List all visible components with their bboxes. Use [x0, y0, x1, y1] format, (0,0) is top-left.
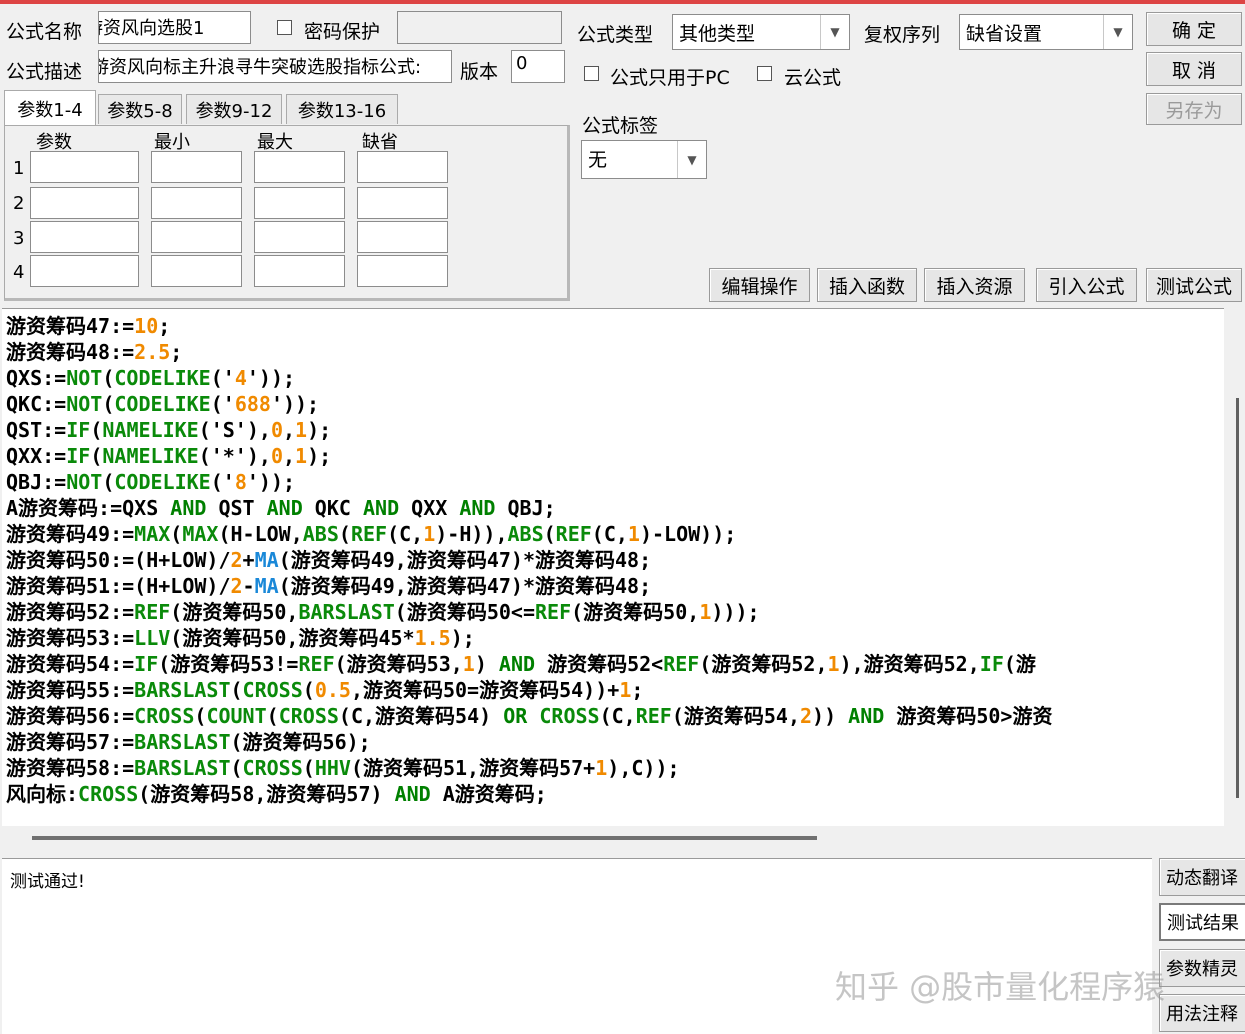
tab-params-9-12[interactable]: 参数9-12: [186, 94, 282, 124]
param-max-input[interactable]: [254, 255, 345, 287]
version-input[interactable]: 0: [511, 50, 565, 83]
formula-desc-value: 游资风向标主升浪寻牛突破选股指标公式:: [98, 57, 422, 78]
pc-only-checkbox[interactable]: [584, 66, 599, 81]
param-name-input[interactable]: [30, 187, 139, 219]
chevron-down-icon: ▼: [677, 141, 706, 178]
param-name-input[interactable]: [30, 221, 139, 253]
import-formula-button[interactable]: 引入公式: [1036, 268, 1137, 302]
tab-params-13-16[interactable]: 参数13-16: [286, 94, 398, 124]
param-default-input[interactable]: [357, 221, 448, 253]
param-default-input[interactable]: [357, 255, 448, 287]
param-row-number: 4: [13, 262, 25, 283]
param-min-input[interactable]: [151, 187, 242, 219]
param-max-input[interactable]: [254, 221, 345, 253]
formula-type-select[interactable]: 其他类型 ▼: [672, 14, 850, 50]
param-max-input[interactable]: [254, 187, 345, 219]
password-input: [397, 11, 562, 44]
ok-button[interactable]: 确 定: [1146, 12, 1242, 46]
param-max-input[interactable]: [254, 151, 345, 183]
formula-code: 游资筹码47:=10; 游资筹码48:=2.5; QXS:=NOT(CODELI…: [6, 314, 1053, 806]
fq-value: 缺省设置: [966, 23, 1043, 45]
insert-function-button[interactable]: 插入函数: [817, 268, 917, 302]
chevron-down-icon: ▼: [1103, 15, 1132, 49]
tab-params-5-8[interactable]: 参数5-8: [98, 94, 182, 124]
cloud-checkbox[interactable]: [757, 66, 772, 81]
formula-code-editor[interactable]: 游资筹码47:=10; 游资筹码48:=2.5; QXS:=NOT(CODELI…: [2, 308, 1224, 827]
formula-type-label: 公式类型: [577, 24, 654, 46]
version-value: 0: [516, 53, 528, 74]
chevron-down-icon: ▼: [820, 15, 849, 49]
test-result-text: 测试通过!: [10, 872, 85, 892]
formula-name-value: 游资风向选股1: [99, 18, 205, 39]
param-default-input[interactable]: [357, 151, 448, 183]
fq-label: 复权序列: [864, 24, 941, 46]
param-default-input[interactable]: [357, 187, 448, 219]
usage-notes-button[interactable]: 用法注释: [1159, 994, 1245, 1032]
param-name-input[interactable]: [30, 151, 139, 183]
formula-tag-label: 公式标签: [582, 115, 659, 137]
param-row-number: 1: [13, 158, 25, 179]
tab-params-1-4[interactable]: 参数1-4: [4, 90, 96, 126]
watermark-text: 知乎 @股市量化程序猿: [835, 968, 1166, 1006]
param-wizard-button[interactable]: 参数精灵: [1159, 949, 1245, 987]
cancel-button[interactable]: 取 消: [1146, 52, 1242, 86]
param-name-input[interactable]: [30, 255, 139, 287]
param-min-input[interactable]: [151, 255, 242, 287]
password-checkbox[interactable]: [277, 20, 292, 35]
formula-tag-value: 无: [588, 149, 608, 171]
param-row-number: 2: [13, 193, 25, 214]
title-bar-strip: [0, 0, 1245, 4]
formula-desc-input[interactable]: 游资风向标主升浪寻牛突破选股指标公式:: [98, 50, 452, 83]
edit-operation-button[interactable]: 编辑操作: [709, 268, 810, 302]
param-row-number: 3: [13, 228, 25, 249]
formula-type-value: 其他类型: [679, 23, 756, 45]
dynamic-translate-button[interactable]: 动态翻译: [1159, 858, 1245, 896]
save-as-button: 另存为: [1146, 93, 1242, 125]
insert-resource-button[interactable]: 插入资源: [924, 268, 1025, 302]
editor-vertical-scroll-thumb[interactable]: [1236, 398, 1239, 798]
editor-horizontal-scroll-thumb[interactable]: [32, 836, 817, 840]
param-min-input[interactable]: [151, 221, 242, 253]
formula-desc-label: 公式描述: [6, 61, 83, 83]
test-result-button[interactable]: 测试结果: [1159, 903, 1245, 941]
pc-only-label: 公式只用于PC: [610, 67, 730, 89]
formula-tag-select[interactable]: 无 ▼: [581, 140, 707, 179]
password-label: 密码保护: [304, 21, 381, 43]
formula-name-label: 公式名称: [6, 21, 83, 43]
version-label: 版本: [460, 61, 499, 83]
cloud-label: 云公式: [784, 67, 842, 89]
param-min-input[interactable]: [151, 151, 242, 183]
fq-select[interactable]: 缺省设置 ▼: [959, 14, 1133, 50]
formula-name-input[interactable]: 游资风向选股1: [98, 11, 251, 44]
test-formula-button[interactable]: 测试公式: [1146, 268, 1242, 302]
